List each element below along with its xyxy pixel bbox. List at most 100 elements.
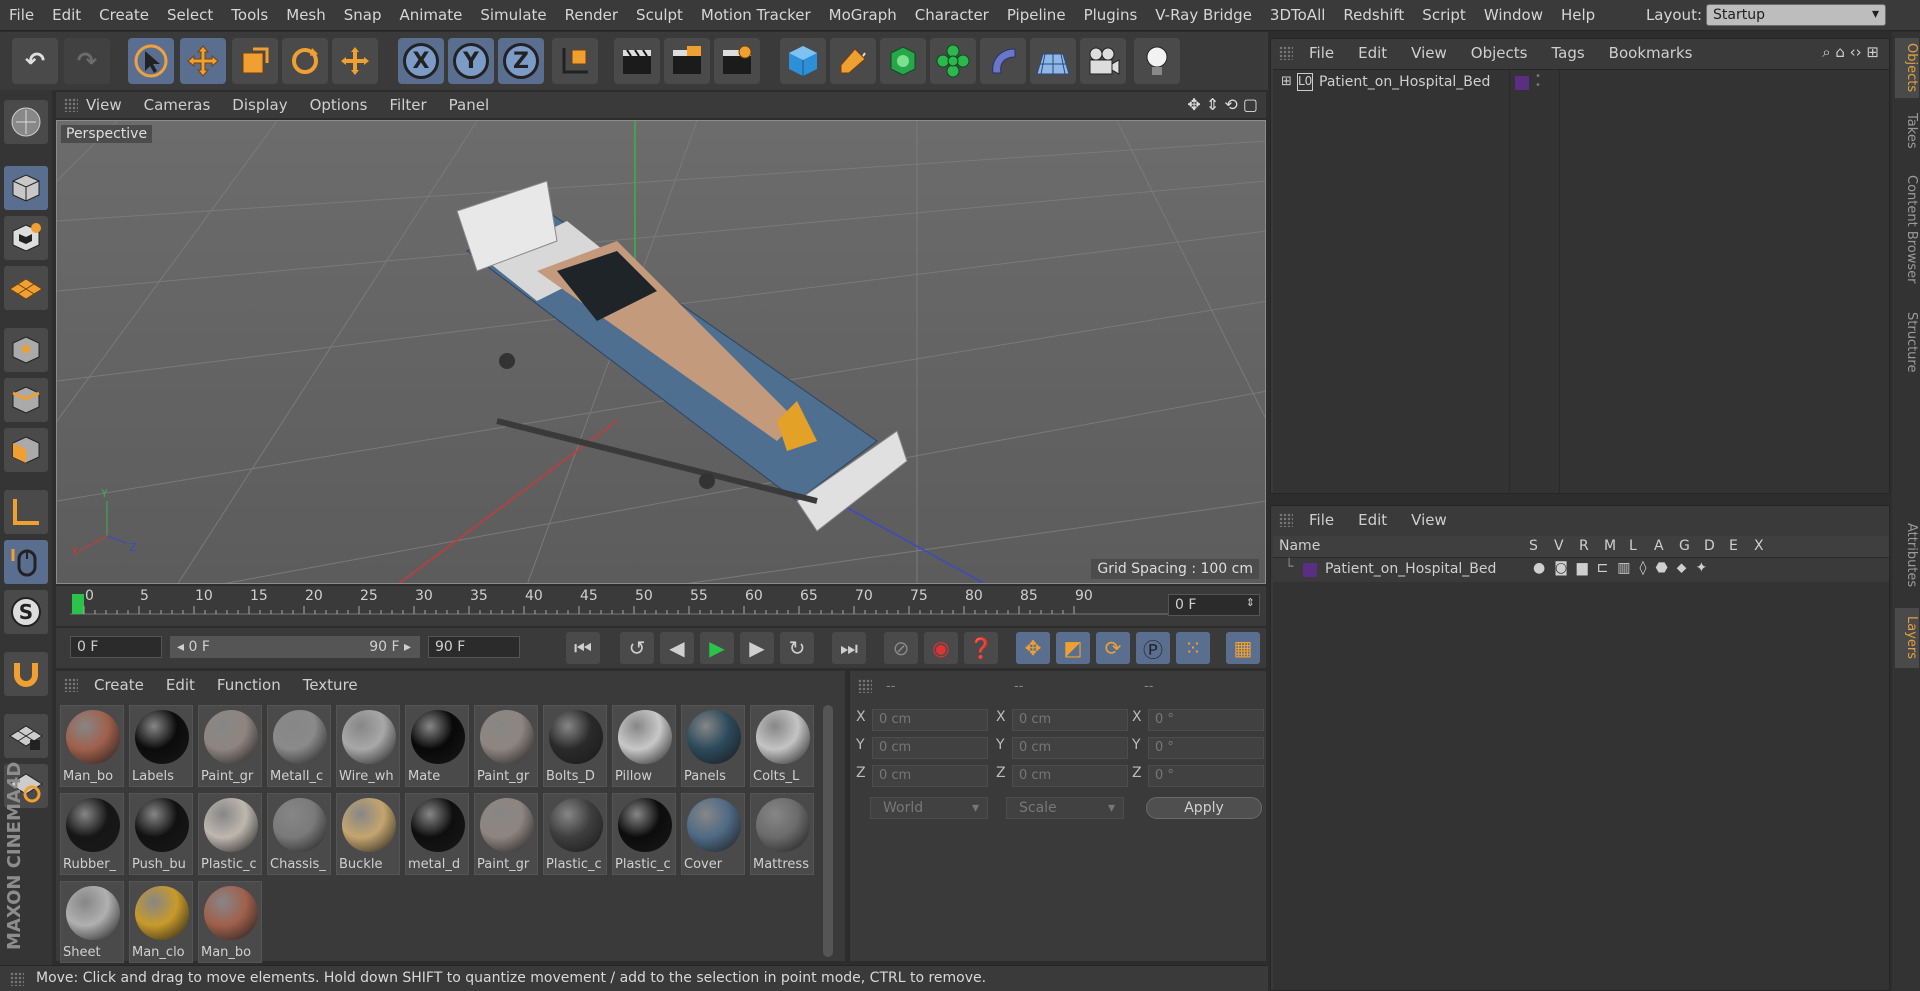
points-mode-button[interactable] xyxy=(4,328,48,372)
material-swatch[interactable]: Paint_gr xyxy=(474,705,538,787)
menu-edit[interactable]: Edit xyxy=(43,6,90,24)
redo-button[interactable]: ↷ xyxy=(64,38,110,84)
coord-system-button[interactable] xyxy=(552,38,598,84)
polygons-mode-button[interactable] xyxy=(4,428,48,472)
current-frame-field[interactable]: 0 F ⇕ xyxy=(1168,594,1260,616)
layer-flag-icons[interactable]: ●◙▆⊏▥◊⬣⬥✦ xyxy=(1533,560,1716,576)
layer-menu-file[interactable]: File xyxy=(1309,511,1334,529)
viewport-menu-filter[interactable]: Filter xyxy=(389,96,426,114)
object-menu-tags[interactable]: Tags xyxy=(1551,44,1584,62)
key-parameter-toggle[interactable]: Ⓟ xyxy=(1136,632,1170,664)
object-menu-view[interactable]: View xyxy=(1411,44,1447,62)
object-menu-bookmarks[interactable]: Bookmarks xyxy=(1609,44,1693,62)
menu-motion-tracker[interactable]: Motion Tracker xyxy=(692,6,820,24)
menu-pipeline[interactable]: Pipeline xyxy=(998,6,1075,24)
tab-content-browser[interactable]: Content Browser xyxy=(1895,164,1919,294)
add-mograph-button[interactable] xyxy=(930,38,976,84)
menu-animate[interactable]: Animate xyxy=(391,6,472,24)
menu-mesh[interactable]: Mesh xyxy=(277,6,335,24)
material-menu-function[interactable]: Function xyxy=(217,676,281,694)
layer-column-g[interactable]: G xyxy=(1679,538,1690,554)
object-manager-nav-icons[interactable]: ⌕ ⌂ ‹› ⊞ xyxy=(1822,43,1879,61)
material-swatch[interactable]: Plastic_c xyxy=(198,793,262,875)
viewport-nav-icons[interactable]: ✥ ⇕ ⟲ ▢ xyxy=(1187,95,1258,114)
material-scrollbar[interactable] xyxy=(823,705,833,957)
material-swatch[interactable]: Wire_wh xyxy=(336,705,400,787)
layer-column-name[interactable]: Name xyxy=(1279,538,1320,554)
menu-script[interactable]: Script xyxy=(1413,6,1475,24)
material-swatch[interactable]: Paint_gr xyxy=(474,793,538,875)
tweak-mode-button[interactable] xyxy=(4,540,48,584)
coord-mode-dropdown[interactable]: Scale ▾ xyxy=(1006,797,1124,819)
viewport-menu-display[interactable]: Display xyxy=(232,96,287,114)
menu-character[interactable]: Character xyxy=(906,6,998,24)
material-swatch[interactable]: Bolts_D xyxy=(543,705,607,787)
model-mode-button[interactable] xyxy=(4,166,48,210)
material-menu-texture[interactable]: Texture xyxy=(303,676,358,694)
add-deformer-button[interactable] xyxy=(980,38,1026,84)
layer-menu-edit[interactable]: Edit xyxy=(1358,511,1387,529)
material-swatch[interactable]: Chassis_ xyxy=(267,793,331,875)
render-picture-viewer-button[interactable] xyxy=(664,38,710,84)
timeline-window-button[interactable]: ▦ xyxy=(1226,632,1260,664)
menu-create[interactable]: Create xyxy=(90,6,158,24)
layer-column-v[interactable]: V xyxy=(1554,538,1564,554)
make-editable-button[interactable] xyxy=(4,100,48,144)
texture-mode-button[interactable] xyxy=(4,216,48,260)
menu-v-ray-bridge[interactable]: V-Ray Bridge xyxy=(1146,6,1261,24)
object-name[interactable]: Patient_on_Hospital_Bed xyxy=(1319,74,1490,90)
coord-space-dropdown[interactable]: World ▾ xyxy=(870,797,988,819)
layer-column-r[interactable]: R xyxy=(1579,538,1589,554)
menu-help[interactable]: Help xyxy=(1552,6,1604,24)
menu-file[interactable]: File xyxy=(0,6,43,24)
material-swatch[interactable]: Pillow xyxy=(612,705,676,787)
previous-key-button[interactable]: ↺ xyxy=(620,632,654,664)
rotation-b-field[interactable]: 0 ° xyxy=(1148,765,1264,787)
add-camera-button[interactable] xyxy=(1080,38,1126,84)
expand-plus-icon[interactable]: ⊞ xyxy=(1281,74,1292,89)
snap-button[interactable] xyxy=(4,652,48,696)
tab-structure[interactable]: Structure xyxy=(1895,302,1919,382)
spinner-icon[interactable]: ⇕ xyxy=(1246,596,1255,609)
layer-column-m[interactable]: M xyxy=(1604,538,1616,554)
viewport-menu-view[interactable]: View xyxy=(86,96,122,114)
tab-objects[interactable]: Objects xyxy=(1895,38,1919,98)
menu-select[interactable]: Select xyxy=(158,6,222,24)
axis-y-toggle[interactable]: Y xyxy=(448,38,494,84)
layer-column-x[interactable]: X xyxy=(1754,538,1764,554)
menu-render[interactable]: Render xyxy=(556,6,627,24)
material-swatch[interactable]: Plastic_c xyxy=(612,793,676,875)
start-frame-field[interactable]: 0 F xyxy=(70,636,162,658)
position-x-field[interactable]: 0 cm xyxy=(872,709,988,731)
frame-range-slider[interactable]: ◂ 0 F 90 F ▸ xyxy=(170,636,420,658)
layer-column-l[interactable]: L xyxy=(1629,538,1637,554)
material-swatch[interactable]: Labels xyxy=(129,705,193,787)
menu-window[interactable]: Window xyxy=(1475,6,1552,24)
add-light-button[interactable] xyxy=(1134,38,1180,84)
next-key-button[interactable]: ↻ xyxy=(780,632,814,664)
layer-color-swatch[interactable] xyxy=(1303,563,1317,577)
position-z-field[interactable]: 0 cm xyxy=(872,765,988,787)
material-swatch[interactable]: Man_bo xyxy=(198,881,262,963)
material-swatch[interactable]: Sheet xyxy=(60,881,124,963)
go-to-start-button[interactable]: ⏮ xyxy=(566,632,600,664)
menu-sculpt[interactable]: Sculpt xyxy=(627,6,692,24)
add-generator-button[interactable] xyxy=(880,38,926,84)
add-environment-button[interactable] xyxy=(1030,38,1076,84)
material-swatch[interactable]: Man_clo xyxy=(129,881,193,963)
tab-takes[interactable]: Takes xyxy=(1895,106,1919,156)
play-button[interactable]: ▶ xyxy=(700,632,734,664)
previous-frame-button[interactable]: ◀ xyxy=(660,632,694,664)
material-swatch[interactable]: Plastic_c xyxy=(543,793,607,875)
material-swatch[interactable]: Buckle xyxy=(336,793,400,875)
material-swatch[interactable]: Rubber_ xyxy=(60,793,124,875)
layout-dropdown[interactable]: Startup xyxy=(1706,4,1886,26)
material-swatch[interactable]: Push_bu xyxy=(129,793,193,875)
object-row[interactable]: ⊞ L0 Patient_on_Hospital_Bed • • xyxy=(1273,72,1889,94)
solo-mode-button[interactable]: S xyxy=(4,590,48,634)
layer-column-a[interactable]: A xyxy=(1654,538,1664,554)
menu-snap[interactable]: Snap xyxy=(335,6,391,24)
menu-tools[interactable]: Tools xyxy=(222,6,277,24)
tab-layers[interactable]: Layers xyxy=(1895,608,1919,668)
next-frame-button[interactable]: ▶ xyxy=(740,632,774,664)
